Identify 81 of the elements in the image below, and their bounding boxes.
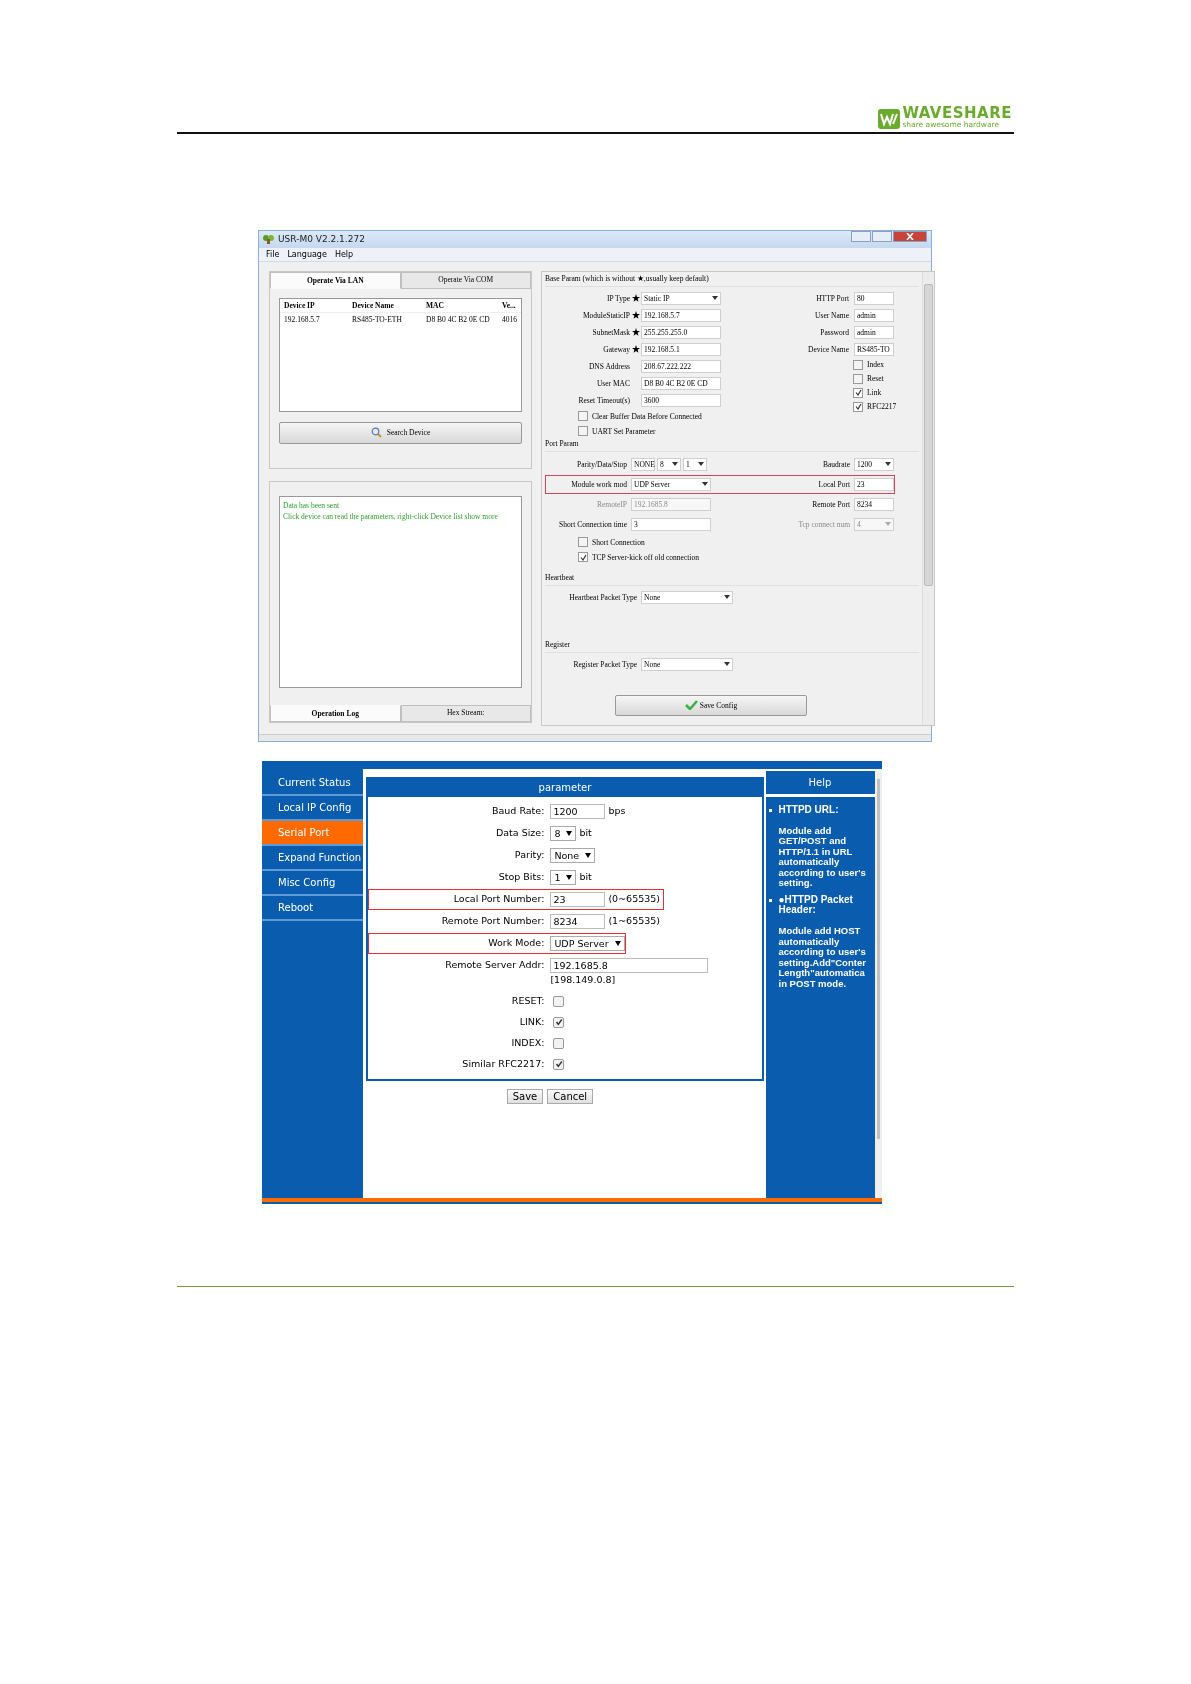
caret-icon bbox=[672, 462, 678, 466]
checkbox[interactable] bbox=[553, 995, 565, 1007]
input-field[interactable]: 8234 bbox=[550, 913, 606, 929]
star-icon bbox=[631, 328, 640, 336]
star-icon bbox=[631, 311, 640, 319]
field-label: INDEX: bbox=[510, 1035, 546, 1050]
app-icon bbox=[263, 234, 274, 244]
scrollbar[interactable] bbox=[874, 768, 882, 1198]
dropdown[interactable]: UDP Server bbox=[550, 935, 625, 951]
caret-icon bbox=[566, 874, 573, 880]
field-label: Local Port Number: bbox=[452, 891, 546, 906]
input-field[interactable]: 192.1685.8 bbox=[550, 957, 709, 973]
checkbox[interactable] bbox=[853, 359, 863, 370]
field-label: Remote Port Number: bbox=[440, 913, 546, 928]
caret-icon bbox=[885, 462, 891, 466]
caret-icon bbox=[702, 482, 708, 486]
caret-icon bbox=[585, 852, 592, 858]
field-label: Work Mode: bbox=[487, 935, 546, 950]
checkbox[interactable] bbox=[553, 1058, 565, 1070]
unit-label: (1~65535) bbox=[608, 913, 662, 928]
field-label: Data Size: bbox=[495, 825, 546, 840]
window-title: USR-M0 V2.2.1.272 bbox=[278, 234, 365, 244]
field-label: LINK: bbox=[518, 1014, 546, 1029]
caret-icon bbox=[614, 940, 621, 946]
maximize-button[interactable] bbox=[872, 230, 892, 242]
minimize-button[interactable] bbox=[851, 230, 871, 242]
checkbox[interactable] bbox=[853, 387, 863, 398]
form-button[interactable]: Cancel bbox=[547, 1088, 594, 1104]
dropdown[interactable]: 1 bbox=[550, 869, 577, 885]
field-label: Parity: bbox=[513, 847, 546, 862]
search-icon bbox=[370, 427, 382, 438]
caret-icon bbox=[698, 462, 704, 466]
checkbox[interactable] bbox=[553, 1037, 565, 1049]
dropdown[interactable]: None bbox=[550, 847, 596, 863]
help-text: ●HTTPD Packet Header: Module add HOST automatically according to user's setting.Add"Conter Length"automatica in POST mode. bbox=[778, 894, 867, 989]
nav-item[interactable]: Expand Function bbox=[262, 845, 364, 871]
scrollbar[interactable] bbox=[922, 271, 934, 725]
caret-icon bbox=[724, 595, 730, 599]
checkbox[interactable] bbox=[578, 411, 588, 421]
unit-label: bit bbox=[579, 869, 593, 884]
nav-item[interactable]: Reboot bbox=[262, 895, 364, 921]
input-field[interactable]: 23 bbox=[550, 891, 606, 907]
menu-item[interactable]: Language bbox=[284, 249, 330, 259]
logo-icon bbox=[878, 108, 901, 129]
checkbox[interactable] bbox=[578, 426, 588, 436]
caret-icon bbox=[712, 296, 718, 300]
unit-label: (0~65535) bbox=[608, 891, 662, 906]
checkbox[interactable] bbox=[578, 552, 588, 562]
star-icon bbox=[631, 294, 640, 302]
field-label: Baud Rate: bbox=[491, 803, 546, 818]
nav-item[interactable]: Current Status bbox=[262, 770, 364, 796]
field-label: RESET: bbox=[510, 993, 546, 1008]
caret-icon bbox=[566, 830, 573, 836]
caret-icon bbox=[885, 522, 891, 526]
form-button[interactable]: Save bbox=[506, 1088, 544, 1104]
field-label: Similar RFC2217: bbox=[461, 1056, 546, 1071]
checkbox[interactable] bbox=[853, 373, 863, 384]
unit-label: bit bbox=[579, 825, 593, 840]
bullet-icon bbox=[768, 808, 772, 812]
menu-item[interactable]: Help bbox=[331, 249, 357, 259]
dropdown[interactable]: 8 bbox=[550, 825, 577, 841]
checkbox[interactable] bbox=[853, 401, 863, 412]
checkbox[interactable] bbox=[578, 537, 588, 547]
help-text: HTTPD URL: Module add GET/POST and HTTP/1.1 in URL automatically according to user's setting. bbox=[778, 804, 867, 889]
bullet-icon bbox=[768, 898, 772, 902]
close-icon bbox=[906, 232, 914, 240]
close-button[interactable] bbox=[893, 230, 927, 242]
checkmark-icon bbox=[684, 700, 698, 710]
panel-title: parameter bbox=[368, 778, 762, 797]
unit-label: bps bbox=[608, 803, 627, 818]
input-field[interactable]: 1200 bbox=[550, 803, 606, 819]
brand-name: WAVESHARE bbox=[902, 106, 1012, 121]
star-icon bbox=[631, 345, 640, 353]
nav-item[interactable]: Misc Config bbox=[262, 870, 364, 896]
help-title: Help bbox=[765, 770, 875, 794]
menu-item[interactable]: File bbox=[263, 249, 283, 259]
caret-icon bbox=[724, 662, 730, 666]
checkbox[interactable] bbox=[553, 1016, 565, 1028]
field-label: Stop Bits: bbox=[497, 869, 546, 884]
field-label: Remote Server Addr: bbox=[444, 957, 546, 972]
address-note: [198.149.0.8] bbox=[550, 972, 617, 987]
